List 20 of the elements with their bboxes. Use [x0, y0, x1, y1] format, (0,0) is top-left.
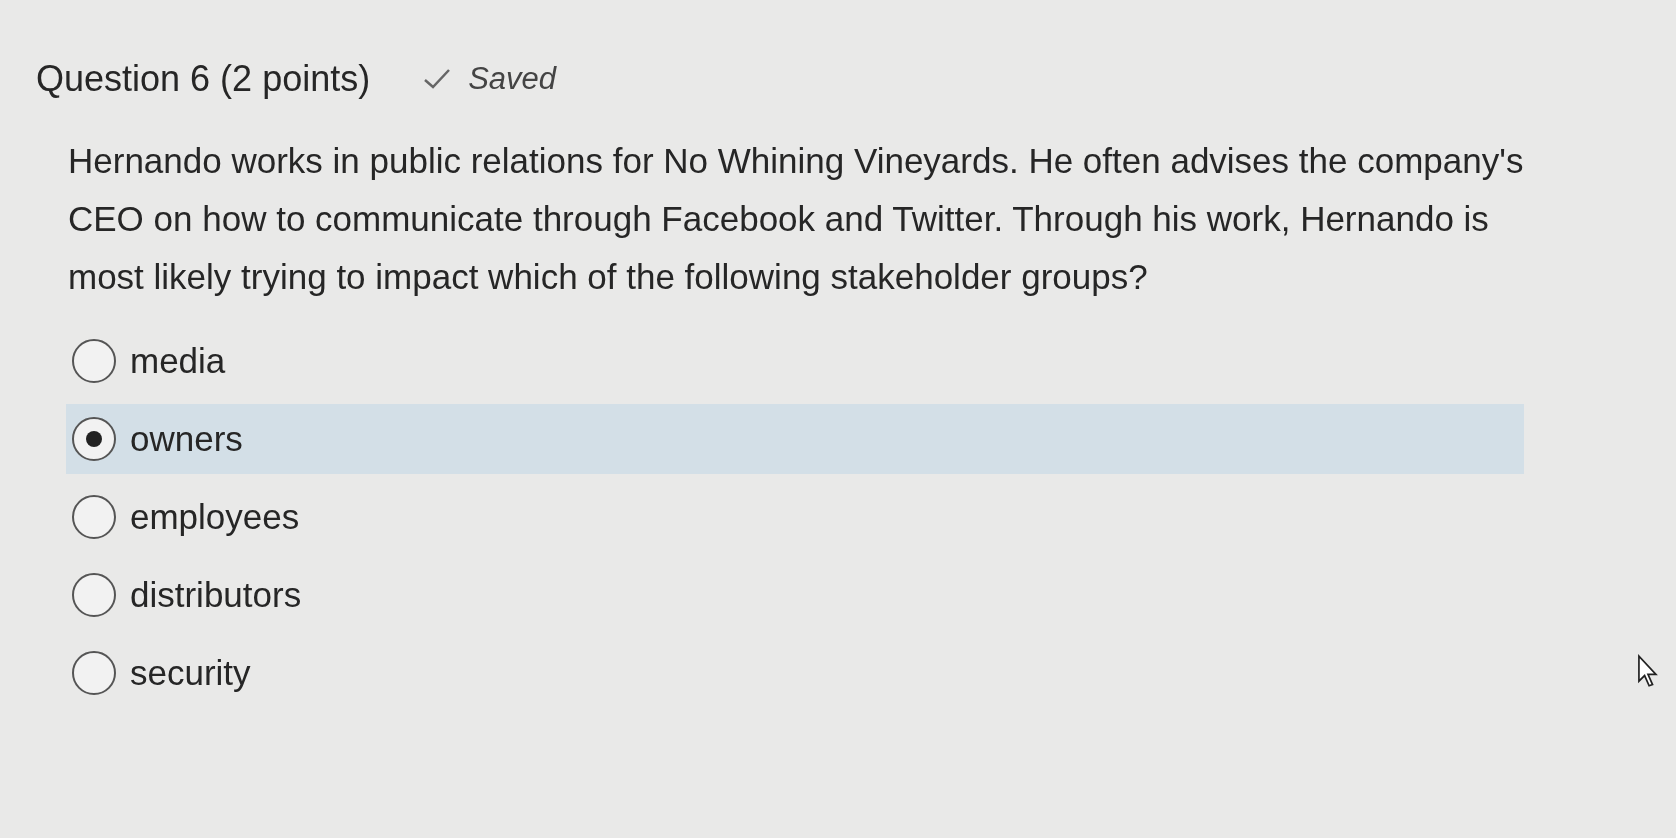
checkmark-icon — [422, 67, 453, 91]
radio-button[interactable] — [72, 573, 116, 617]
mouse-cursor-icon — [1636, 654, 1660, 688]
option-label: distributors — [130, 575, 302, 615]
radio-button[interactable] — [72, 417, 116, 461]
radio-button[interactable] — [72, 339, 116, 383]
saved-status: Saved — [468, 61, 557, 97]
option-label: employees — [130, 497, 300, 537]
answer-option[interactable]: security — [66, 638, 1524, 708]
answer-option[interactable]: employees — [66, 482, 1524, 552]
question-text: Hernando works in public relations for No Whining Vineyards. He often advises the company's CEO on how to communicate through Facebook and Twitter. Through his work, Hernando is most likely trying to impact which of the following stakeholder groups? — [68, 140, 1525, 298]
option-label: media — [130, 341, 226, 381]
answer-option[interactable]: distributors — [66, 560, 1524, 630]
radio-button[interactable] — [72, 651, 116, 695]
question-title: Question 6 (2 points) — [36, 58, 371, 100]
radio-button[interactable] — [72, 495, 116, 539]
answer-option[interactable]: media — [66, 326, 1524, 396]
option-label: owners — [130, 419, 243, 459]
option-label: security — [130, 653, 251, 693]
answer-option[interactable]: owners — [66, 404, 1524, 474]
